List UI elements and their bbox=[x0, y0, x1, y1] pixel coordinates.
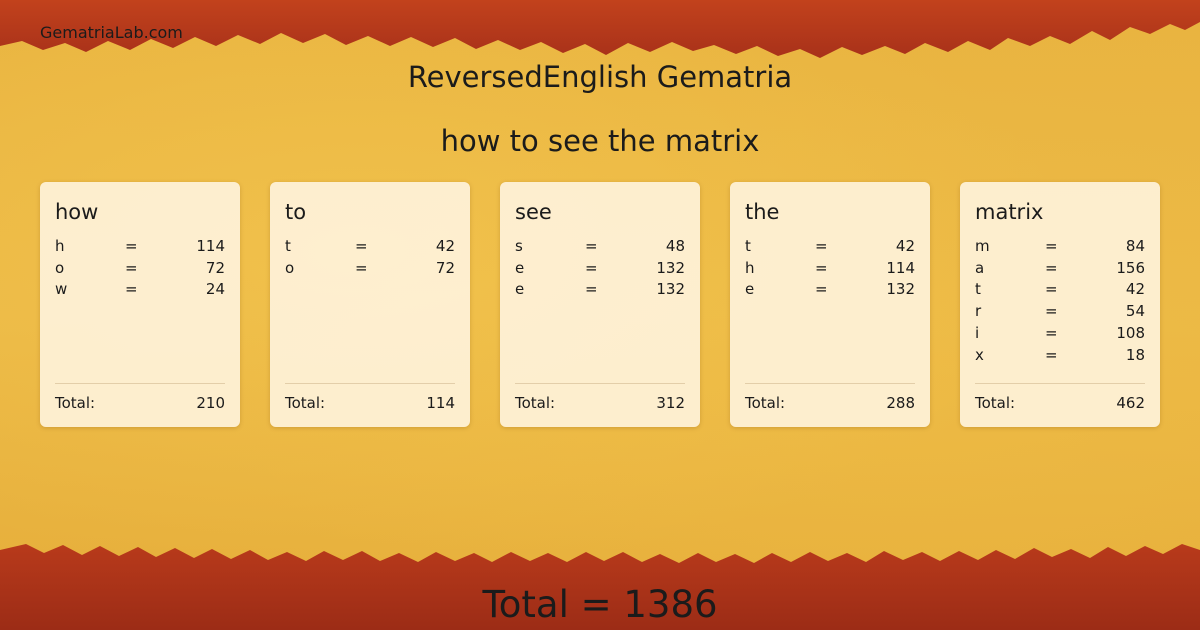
word-total-row: Total: 288 bbox=[745, 383, 915, 412]
letter: r bbox=[975, 302, 982, 321]
total-value: 288 bbox=[886, 394, 915, 412]
word-total-row: Total: 462 bbox=[975, 383, 1145, 412]
letter-row: s = 48 bbox=[515, 236, 685, 258]
word-total-row: Total: 210 bbox=[55, 383, 225, 412]
letter: x bbox=[975, 345, 984, 364]
grand-total: Total = 1386 bbox=[482, 583, 718, 626]
letter: w bbox=[55, 280, 68, 299]
letter-value: 42 bbox=[435, 237, 455, 255]
word-title: how bbox=[55, 200, 99, 224]
letter-row: i = 108 bbox=[975, 323, 1145, 345]
letter: t bbox=[745, 237, 751, 255]
equals-sign: = bbox=[1045, 345, 1058, 364]
letter-value: 132 bbox=[886, 280, 915, 299]
letter-value: 42 bbox=[895, 237, 915, 255]
letter-value: 156 bbox=[1116, 258, 1145, 277]
equals-sign: = bbox=[1045, 237, 1058, 255]
equals-sign: = bbox=[125, 280, 138, 299]
word-title: to bbox=[285, 200, 307, 224]
equals-sign: = bbox=[1045, 280, 1058, 299]
letter-row: t = 42 bbox=[975, 279, 1145, 301]
letter: o bbox=[55, 258, 65, 277]
total-label: Total: bbox=[975, 394, 1016, 412]
word-total-row: Total: 312 bbox=[515, 383, 685, 412]
letter-row: x = 18 bbox=[975, 345, 1145, 367]
letter-value: 18 bbox=[1125, 345, 1145, 364]
total-value: 312 bbox=[656, 394, 685, 412]
letter-value: 24 bbox=[205, 280, 225, 299]
letter-row: m = 84 bbox=[975, 236, 1145, 258]
letter: t bbox=[975, 280, 981, 299]
page-title: ReversedEnglish Gematria bbox=[407, 60, 793, 94]
letter-row: a = 156 bbox=[975, 258, 1145, 280]
word-title: the bbox=[745, 200, 780, 224]
letter: s bbox=[515, 237, 523, 255]
letter: e bbox=[745, 280, 755, 299]
letter: e bbox=[515, 258, 525, 277]
equals-sign: = bbox=[585, 237, 598, 255]
equals-sign: = bbox=[585, 258, 598, 277]
letter-row: o = 72 bbox=[55, 258, 225, 280]
letter-value: 132 bbox=[656, 280, 685, 299]
letter-row: e = 132 bbox=[745, 279, 915, 301]
equals-sign: = bbox=[125, 258, 138, 277]
word-card-0: how h = 114 o = 72 w = 24 Total: 210 bbox=[40, 182, 240, 427]
equals-sign: = bbox=[355, 258, 368, 277]
word-card-3: the t = 42 h = 114 e = 132 Total: 288 bbox=[730, 182, 930, 427]
letter-row: e = 132 bbox=[515, 279, 685, 301]
letter-row: e = 132 bbox=[515, 258, 685, 280]
equals-sign: = bbox=[815, 258, 828, 277]
letter-row: o = 72 bbox=[285, 258, 455, 280]
letter-row: w = 24 bbox=[55, 279, 225, 301]
word-cards: how h = 114 o = 72 w = 24 Total: 210 to t = 42 o = 72 Total… bbox=[40, 182, 1160, 427]
equals-sign: = bbox=[815, 237, 828, 255]
letter: h bbox=[55, 237, 65, 255]
word-card-2: see s = 48 e = 132 e = 132 Total: 312 bbox=[500, 182, 700, 427]
letter-value: 114 bbox=[886, 258, 915, 277]
letter-row: t = 42 bbox=[745, 236, 915, 258]
word-total-row: Total: 114 bbox=[285, 383, 455, 412]
letter: t bbox=[285, 237, 291, 255]
letter-value: 132 bbox=[656, 258, 685, 277]
letter-value: 54 bbox=[1125, 302, 1145, 321]
word-card-4: matrix m = 84 a = 156 t = 42 r = 54 i = 108 x = 18 Total: 46… bbox=[960, 182, 1160, 427]
word-title: see bbox=[515, 200, 552, 224]
total-label: Total: bbox=[515, 394, 556, 412]
total-value: 114 bbox=[426, 394, 455, 412]
equals-sign: = bbox=[815, 280, 828, 299]
equals-sign: = bbox=[1045, 323, 1058, 342]
equals-sign: = bbox=[585, 280, 598, 299]
word-card-1: to t = 42 o = 72 Total: 114 bbox=[270, 182, 470, 427]
total-value: 210 bbox=[196, 394, 225, 412]
letter-value: 114 bbox=[196, 237, 225, 255]
letter: o bbox=[285, 258, 295, 277]
phrase-heading: how to see the matrix bbox=[440, 124, 760, 158]
equals-sign: = bbox=[125, 237, 138, 255]
letter-value: 72 bbox=[435, 258, 455, 277]
letter: e bbox=[515, 280, 525, 299]
word-title: matrix bbox=[975, 200, 1044, 224]
total-label: Total: bbox=[745, 394, 786, 412]
total-value: 462 bbox=[1116, 394, 1145, 412]
site-name: GematriaLab.com bbox=[40, 23, 183, 42]
equals-sign: = bbox=[1045, 258, 1058, 277]
letter-value: 72 bbox=[205, 258, 225, 277]
letter-value: 48 bbox=[665, 237, 685, 255]
letter: h bbox=[745, 258, 755, 277]
total-label: Total: bbox=[285, 394, 326, 412]
letter: i bbox=[975, 323, 980, 342]
letter-row: r = 54 bbox=[975, 301, 1145, 323]
equals-sign: = bbox=[1045, 302, 1058, 321]
letter-row: h = 114 bbox=[55, 236, 225, 258]
total-label: Total: bbox=[55, 394, 96, 412]
equals-sign: = bbox=[355, 237, 368, 255]
letter-row: h = 114 bbox=[745, 258, 915, 280]
letter-value: 108 bbox=[1116, 323, 1145, 342]
letter: m bbox=[975, 237, 990, 255]
letter-value: 42 bbox=[1125, 280, 1145, 299]
letter: a bbox=[975, 258, 985, 277]
letter-value: 84 bbox=[1125, 237, 1145, 255]
letter-row: t = 42 bbox=[285, 236, 455, 258]
